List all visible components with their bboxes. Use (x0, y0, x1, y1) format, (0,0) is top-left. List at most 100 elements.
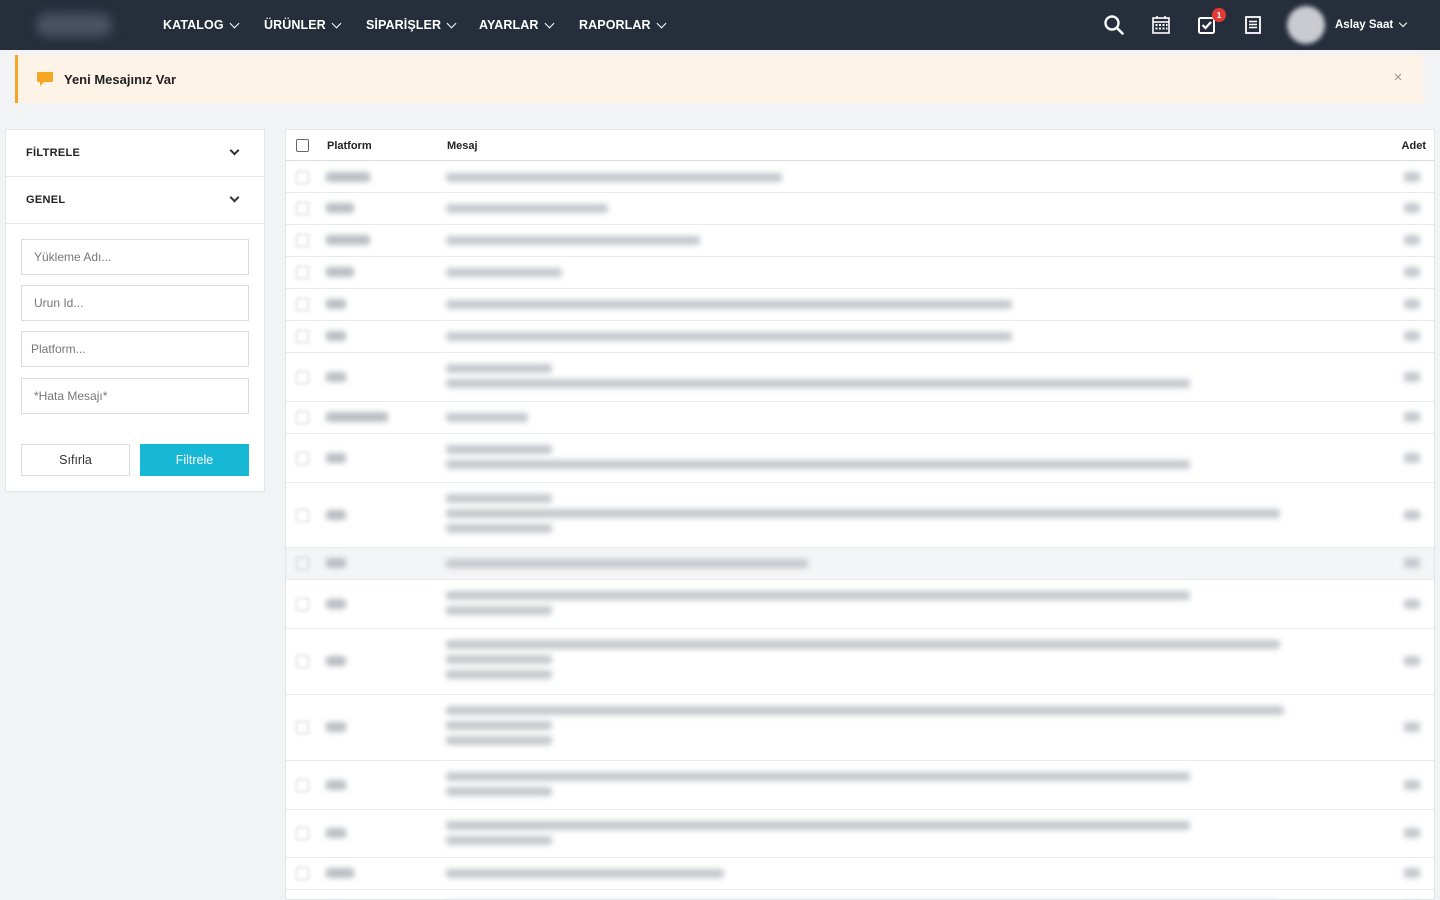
column-message[interactable]: Mesaj (447, 130, 478, 161)
row-checkbox[interactable] (296, 234, 309, 247)
row-count (1404, 558, 1420, 568)
table-row[interactable] (286, 858, 1434, 890)
row-message (446, 706, 1284, 715)
row-checkbox[interactable] (296, 266, 309, 279)
brand-logo[interactable] (36, 13, 112, 37)
row-count (1404, 235, 1420, 245)
reset-button[interactable]: Sıfırla (21, 444, 130, 476)
table-row[interactable] (286, 548, 1434, 580)
row-count (1404, 780, 1420, 790)
select-all-checkbox[interactable] (296, 139, 309, 152)
row-message (446, 379, 1190, 388)
nav-raporlar-label: RAPORLAR (579, 18, 651, 32)
row-message (446, 736, 552, 745)
table-row[interactable] (286, 761, 1434, 810)
row-platform (326, 722, 346, 732)
nav-raporlar[interactable]: RAPORLAR (579, 0, 667, 50)
row-platform (326, 372, 346, 382)
row-message (446, 413, 528, 422)
table-row[interactable] (286, 890, 1434, 899)
chevron-down-icon (446, 18, 457, 28)
row-checkbox[interactable] (296, 411, 309, 424)
table-row[interactable] (286, 193, 1434, 225)
row-platform (326, 780, 346, 790)
chevron-down-icon (544, 18, 554, 28)
error-message-input[interactable] (21, 378, 249, 414)
row-message (446, 460, 1190, 469)
row-message (446, 364, 552, 373)
row-message (446, 821, 1190, 830)
chevron-down-icon (229, 145, 240, 156)
avatar[interactable] (1287, 6, 1325, 44)
row-message (446, 268, 562, 277)
table-row[interactable] (286, 162, 1434, 193)
filter-panel: FİLTRELE GENEL Sıfırla Filtrele (5, 129, 265, 492)
column-platform[interactable]: Platform (327, 130, 372, 161)
row-checkbox[interactable] (296, 171, 309, 184)
row-count (1404, 267, 1420, 277)
close-icon[interactable]: × (1389, 69, 1407, 87)
table-row[interactable] (286, 353, 1434, 402)
table-row[interactable] (286, 257, 1434, 289)
row-count (1404, 453, 1420, 463)
row-checkbox[interactable] (296, 721, 309, 734)
nav-katalog[interactable]: KATALOG (163, 0, 240, 50)
column-count[interactable]: Adet (1402, 130, 1426, 161)
row-count (1404, 412, 1420, 422)
table-row[interactable] (286, 810, 1434, 858)
calendar-icon[interactable] (1150, 14, 1172, 36)
row-platform (326, 558, 346, 568)
row-checkbox[interactable] (296, 452, 309, 465)
section-general-toggle[interactable]: GENEL (6, 177, 264, 224)
table-row[interactable] (286, 225, 1434, 257)
row-platform (326, 267, 354, 277)
row-message (446, 606, 552, 615)
nav-urunler[interactable]: ÜRÜNLER (264, 0, 342, 50)
alert-message: Yeni Mesajınız Var (64, 71, 176, 87)
row-message (446, 524, 552, 533)
filter-button[interactable]: Filtrele (140, 444, 249, 476)
row-checkbox[interactable] (296, 202, 309, 215)
table-row[interactable] (286, 289, 1434, 321)
row-checkbox[interactable] (296, 298, 309, 311)
user-menu[interactable]: Aslay Saat (1335, 0, 1408, 50)
row-checkbox[interactable] (296, 655, 309, 668)
product-id-input[interactable] (21, 285, 249, 321)
row-message (446, 332, 1012, 341)
table-row[interactable] (286, 580, 1434, 629)
row-checkbox[interactable] (296, 371, 309, 384)
search-icon[interactable] (1103, 14, 1125, 36)
row-checkbox[interactable] (296, 867, 309, 880)
row-checkbox[interactable] (296, 557, 309, 570)
nav-siparisler[interactable]: SİPARİŞLER (366, 0, 457, 50)
table-header: Platform Mesaj Adet (286, 130, 1434, 161)
table-row[interactable] (286, 321, 1434, 353)
row-message (446, 445, 552, 454)
row-checkbox[interactable] (296, 827, 309, 840)
table-row[interactable] (286, 402, 1434, 434)
table-row[interactable] (286, 434, 1434, 483)
platform-input[interactable] (21, 331, 249, 367)
row-checkbox[interactable] (296, 330, 309, 343)
chevron-down-icon (229, 192, 240, 203)
row-count (1404, 510, 1420, 520)
row-count (1404, 372, 1420, 382)
upload-name-input[interactable] (21, 239, 249, 275)
chevron-down-icon (331, 18, 342, 28)
row-checkbox[interactable] (296, 779, 309, 792)
nav-ayarlar[interactable]: AYARLAR (479, 0, 554, 50)
chevron-down-icon (656, 18, 667, 28)
message-table: Platform Mesaj Adet (285, 129, 1435, 900)
table-row[interactable] (286, 695, 1434, 761)
row-message (446, 640, 1280, 649)
table-row[interactable] (286, 483, 1434, 548)
section-filter-toggle[interactable]: FİLTRELE (6, 130, 264, 177)
row-checkbox[interactable] (296, 598, 309, 611)
document-icon[interactable] (1242, 14, 1264, 36)
user-name-label: Aslay Saat (1335, 19, 1394, 31)
row-message (446, 869, 724, 878)
table-row[interactable] (286, 629, 1434, 695)
row-checkbox[interactable] (296, 509, 309, 522)
row-platform (326, 510, 346, 520)
row-count (1404, 203, 1420, 213)
